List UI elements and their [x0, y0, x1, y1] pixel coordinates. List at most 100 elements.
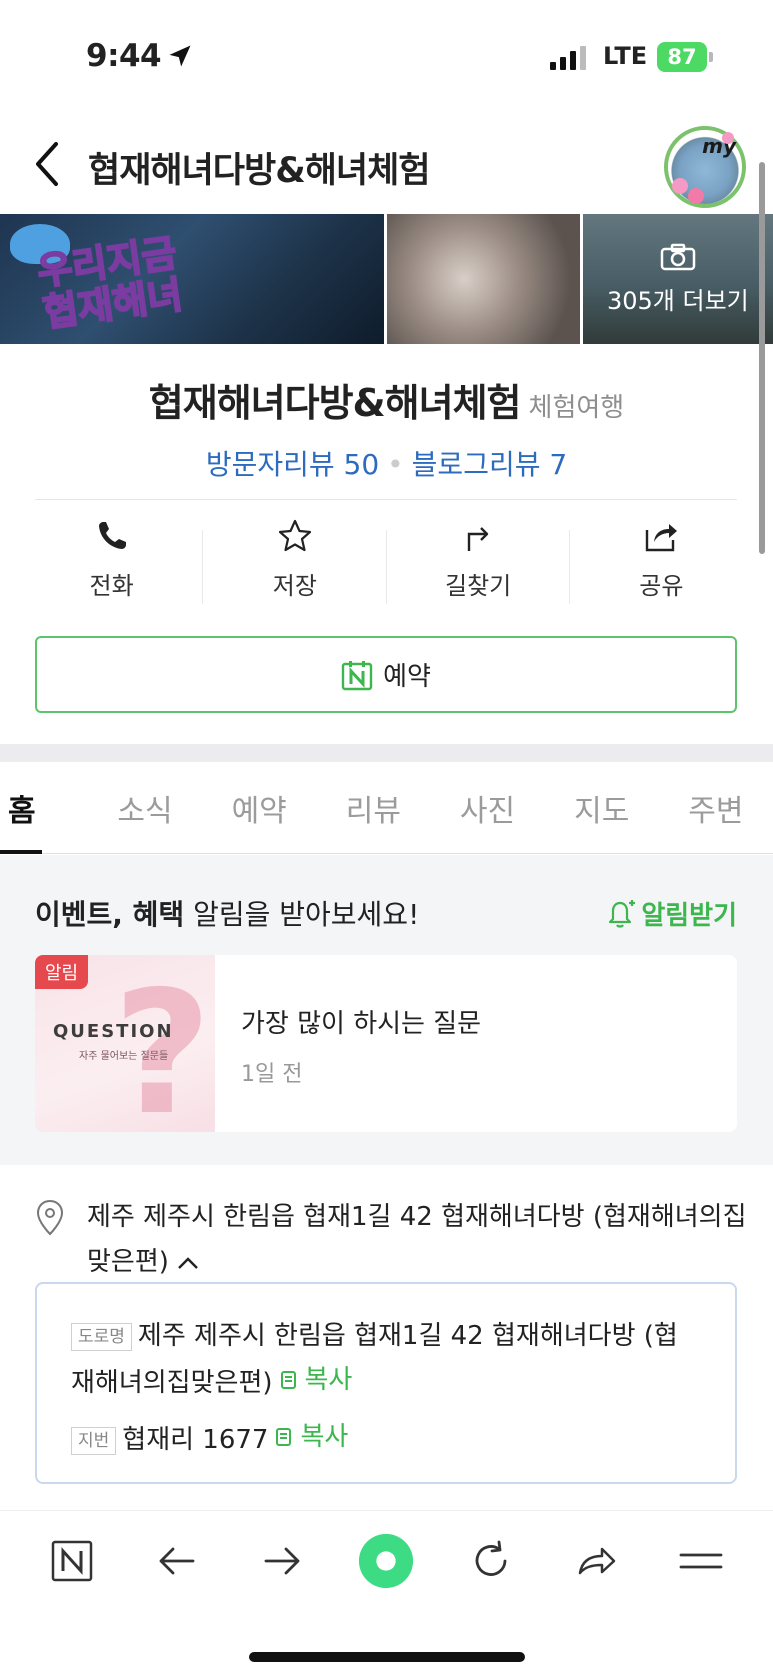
notice-heading-bold: 이벤트, 혜택	[35, 898, 185, 931]
notice-card-time: 1일 전	[241, 1062, 303, 1087]
tab-map[interactable]: 지도	[545, 762, 659, 853]
address-summary: 제주 제주시 한림읍 협재1길 42 협재해녀다방 (협재해녀의집맞은편)	[87, 1195, 747, 1285]
notice-section: 이벤트, 혜택 알림을 받아보세요! 알림받기 ? QUESTION 자주 물어…	[0, 855, 773, 1165]
home-indicator	[249, 1652, 525, 1662]
arrow-left-icon	[159, 1547, 195, 1574]
location-pin-icon	[36, 1199, 64, 1236]
camera-icon	[660, 243, 696, 270]
directions-label: 길찾기	[445, 572, 512, 600]
refresh-button[interactable]	[461, 1531, 521, 1591]
lot-address-text: 협재리 1677	[122, 1425, 269, 1455]
flower-decoration	[672, 178, 688, 194]
header: 협재해녀다방&해녀체험 my	[0, 120, 773, 212]
notice-badge: 알림	[35, 955, 89, 989]
location-arrow-icon	[169, 45, 191, 67]
lot-address-tag: 지번	[71, 1426, 117, 1455]
hamburger-menu-icon	[679, 1553, 722, 1568]
photo-thumbnail[interactable]	[386, 214, 580, 344]
network-type: LTE	[603, 42, 648, 70]
share-icon	[646, 524, 678, 552]
chevron-up-icon[interactable]	[177, 1256, 199, 1270]
separator-dot: •	[387, 448, 404, 481]
place-info: 협재해녀다방&해녀체험 체험여행 방문자리뷰 50 • 블로그리뷰 7	[0, 372, 773, 483]
tab-reviews[interactable]: 리뷰	[316, 762, 430, 853]
road-address-tag: 도로명	[71, 1322, 132, 1351]
question-mark-graphic: ?	[113, 955, 212, 1132]
photo-thumbnail[interactable]: 우리지금 협재해녀	[0, 214, 384, 344]
photo-thumbnail[interactable]: 305개 더보기	[582, 214, 773, 344]
green-dot-icon	[359, 1533, 414, 1588]
share-page-button[interactable]	[566, 1531, 626, 1591]
address-detail-box: 도로명 제주 제주시 한림읍 협재1길 42 협재해녀다방 (협재해녀의집맞은편)…	[35, 1282, 737, 1484]
naver-n-icon	[52, 1540, 93, 1581]
photo-sign-text: 우리지금 협재해녀	[34, 230, 186, 336]
visitor-reviews-link[interactable]: 방문자리뷰 50	[206, 448, 379, 481]
blog-reviews-link[interactable]: 블로그리뷰 7	[412, 448, 568, 481]
notice-thumbnail: ? QUESTION 자주 물어보는 질문들 알림	[35, 955, 215, 1132]
tab-photos[interactable]: 사진	[430, 762, 544, 853]
refresh-icon	[475, 1540, 507, 1576]
notice-header: 이벤트, 혜택 알림을 받아보세요! 알림받기	[35, 893, 737, 933]
copy-label: 복사	[300, 1422, 349, 1452]
phone-icon	[98, 522, 126, 549]
road-address-row: 도로명 제주 제주시 한림읍 협재1길 42 협재해녀다방 (협재해녀의집맞은편)…	[71, 1314, 701, 1405]
status-time: 9:44	[86, 38, 162, 74]
battery-tip	[709, 52, 713, 62]
green-dot-button[interactable]	[356, 1531, 416, 1591]
naver-home-button[interactable]	[42, 1531, 102, 1591]
share-arrow-icon	[578, 1547, 616, 1574]
notice-card[interactable]: ? QUESTION 자주 물어보는 질문들 알림 가장 많이 하시는 질문 1…	[35, 955, 737, 1132]
section-separator	[0, 744, 773, 762]
signal-icon	[550, 46, 586, 70]
call-label: 전화	[89, 572, 134, 600]
menu-button[interactable]	[671, 1531, 731, 1591]
arrow-right-icon	[264, 1547, 300, 1574]
tab-reservation[interactable]: 예약	[202, 762, 316, 853]
call-button[interactable]: 전화	[20, 518, 204, 614]
save-button[interactable]: 저장	[203, 518, 387, 614]
back-button[interactable]	[147, 1531, 207, 1591]
status-bar: 9:44 LTE 87	[0, 0, 773, 110]
forward-button[interactable]	[252, 1531, 312, 1591]
share-button[interactable]: 공유	[570, 518, 753, 614]
directions-button[interactable]: 길찾기	[387, 518, 571, 614]
tab-news[interactable]: 소식	[88, 762, 202, 853]
thumbnail-subtitle: 자주 물어보는 질문들	[79, 1051, 169, 1062]
browser-toolbar	[0, 1510, 773, 1610]
copy-road-address-button[interactable]: 복사	[279, 1358, 353, 1402]
back-arrow-icon[interactable]	[28, 138, 68, 190]
subscribe-alarm-label: 알림받기	[641, 900, 737, 931]
copy-label: 복사	[304, 1365, 353, 1395]
star-icon	[278, 519, 311, 552]
flower-decoration	[722, 132, 734, 144]
reserve-button[interactable]: 예약	[35, 636, 737, 713]
copy-icon	[276, 1428, 292, 1446]
photo-strip: 우리지금 협재해녀 305개 더보기	[0, 214, 773, 344]
bell-plus-icon	[609, 900, 636, 928]
tab-nearby[interactable]: 주변	[659, 762, 773, 853]
my-avatar[interactable]: my	[664, 126, 746, 208]
notice-heading: 이벤트, 혜택 알림을 받아보세요!	[35, 893, 419, 933]
battery-level: 87	[667, 45, 697, 69]
place-title-row: 협재해녀다방&해녀체험 체험여행	[0, 372, 773, 427]
naver-calendar-icon	[341, 660, 373, 690]
lot-address-row: 지번 협재리 1677 복사	[71, 1415, 701, 1462]
share-label: 공유	[639, 572, 684, 600]
place-name: 협재해녀다방&해녀체험	[148, 381, 522, 425]
scrollbar[interactable]	[759, 162, 765, 554]
tab-bar: 홈 소식 예약 리뷰 사진 지도 주변	[0, 762, 773, 854]
flower-decoration	[688, 188, 704, 204]
tab-home[interactable]: 홈	[0, 762, 88, 854]
more-photos-overlay[interactable]: 305개 더보기	[582, 214, 773, 344]
directions-icon	[467, 527, 489, 551]
subscribe-alarm-button[interactable]: 알림받기	[605, 895, 737, 932]
review-links: 방문자리뷰 50 • 블로그리뷰 7	[0, 443, 773, 483]
header-title: 협재해녀다방&해녀체험	[88, 151, 431, 191]
place-category: 체험여행	[528, 393, 625, 423]
notice-heading-rest: 알림을 받아보세요!	[184, 898, 420, 931]
more-photos-label: 305개 더보기	[606, 286, 749, 315]
copy-lot-address-button[interactable]: 복사	[274, 1415, 348, 1459]
battery-icon: 87	[657, 42, 707, 72]
reserve-label: 예약	[383, 662, 431, 692]
notice-body: 가장 많이 하시는 질문 1일 전	[215, 955, 481, 1132]
